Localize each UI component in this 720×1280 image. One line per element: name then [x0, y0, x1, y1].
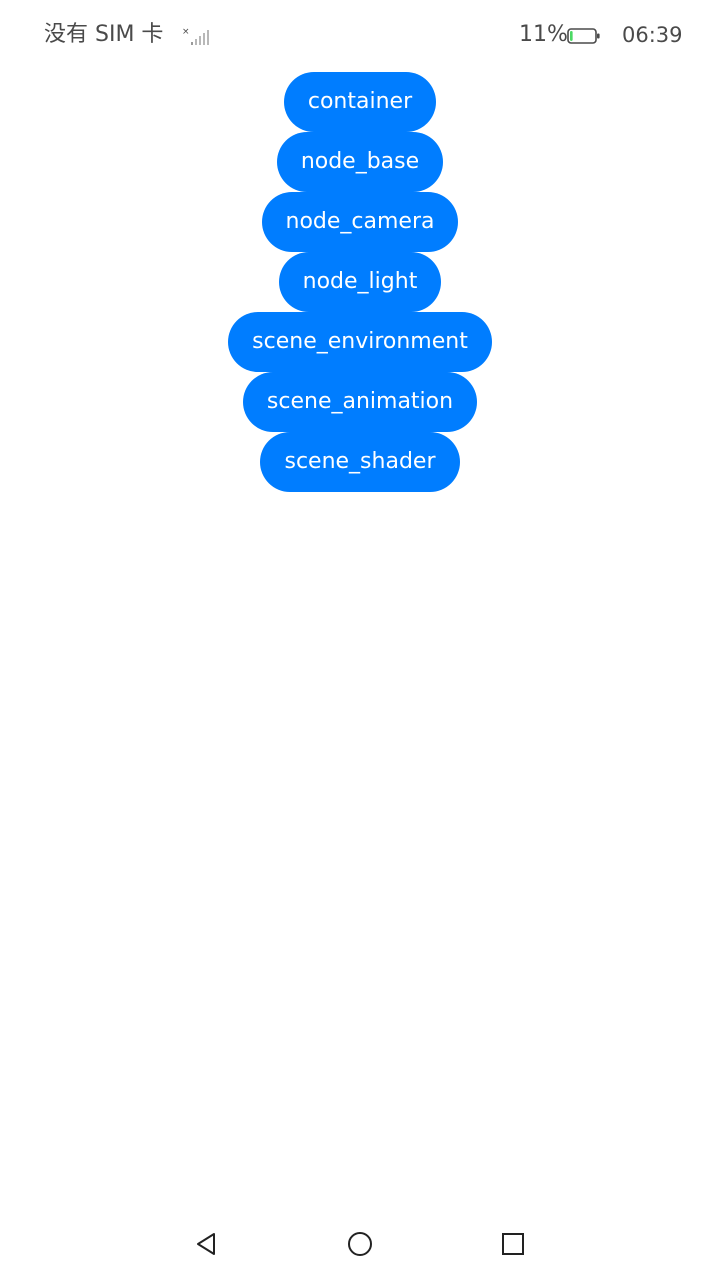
node-base-button[interactable]: node_base [276, 132, 444, 192]
container-button[interactable]: container [283, 72, 437, 132]
battery-level-fill [570, 31, 573, 41]
node-camera-button[interactable]: node_camera [261, 192, 459, 252]
scene-shader-button[interactable]: scene_shader [260, 432, 460, 492]
svg-text:×: × [182, 27, 190, 37]
navigation-bar [0, 1216, 720, 1272]
carrier-label: 没有 SIM 卡 [44, 22, 164, 47]
status-bar: 没有 SIM 卡 × 11% 06:39 [0, 0, 720, 72]
recent-apps-square-icon[interactable] [497, 1228, 529, 1260]
clock: 06:39 [622, 23, 683, 47]
battery-percent: 11% [519, 22, 568, 47]
no-signal-icon: × [182, 27, 209, 45]
scene-environment-button[interactable]: scene_environment [228, 312, 492, 372]
node-light-button[interactable]: node_light [278, 252, 442, 312]
scene-animation-button[interactable]: scene_animation [242, 372, 478, 432]
battery-charging-icon [567, 28, 600, 44]
home-circle-icon[interactable] [344, 1228, 376, 1260]
back-triangle-icon[interactable] [191, 1228, 223, 1260]
button-list: container node_base node_camera node_lig… [0, 72, 720, 492]
